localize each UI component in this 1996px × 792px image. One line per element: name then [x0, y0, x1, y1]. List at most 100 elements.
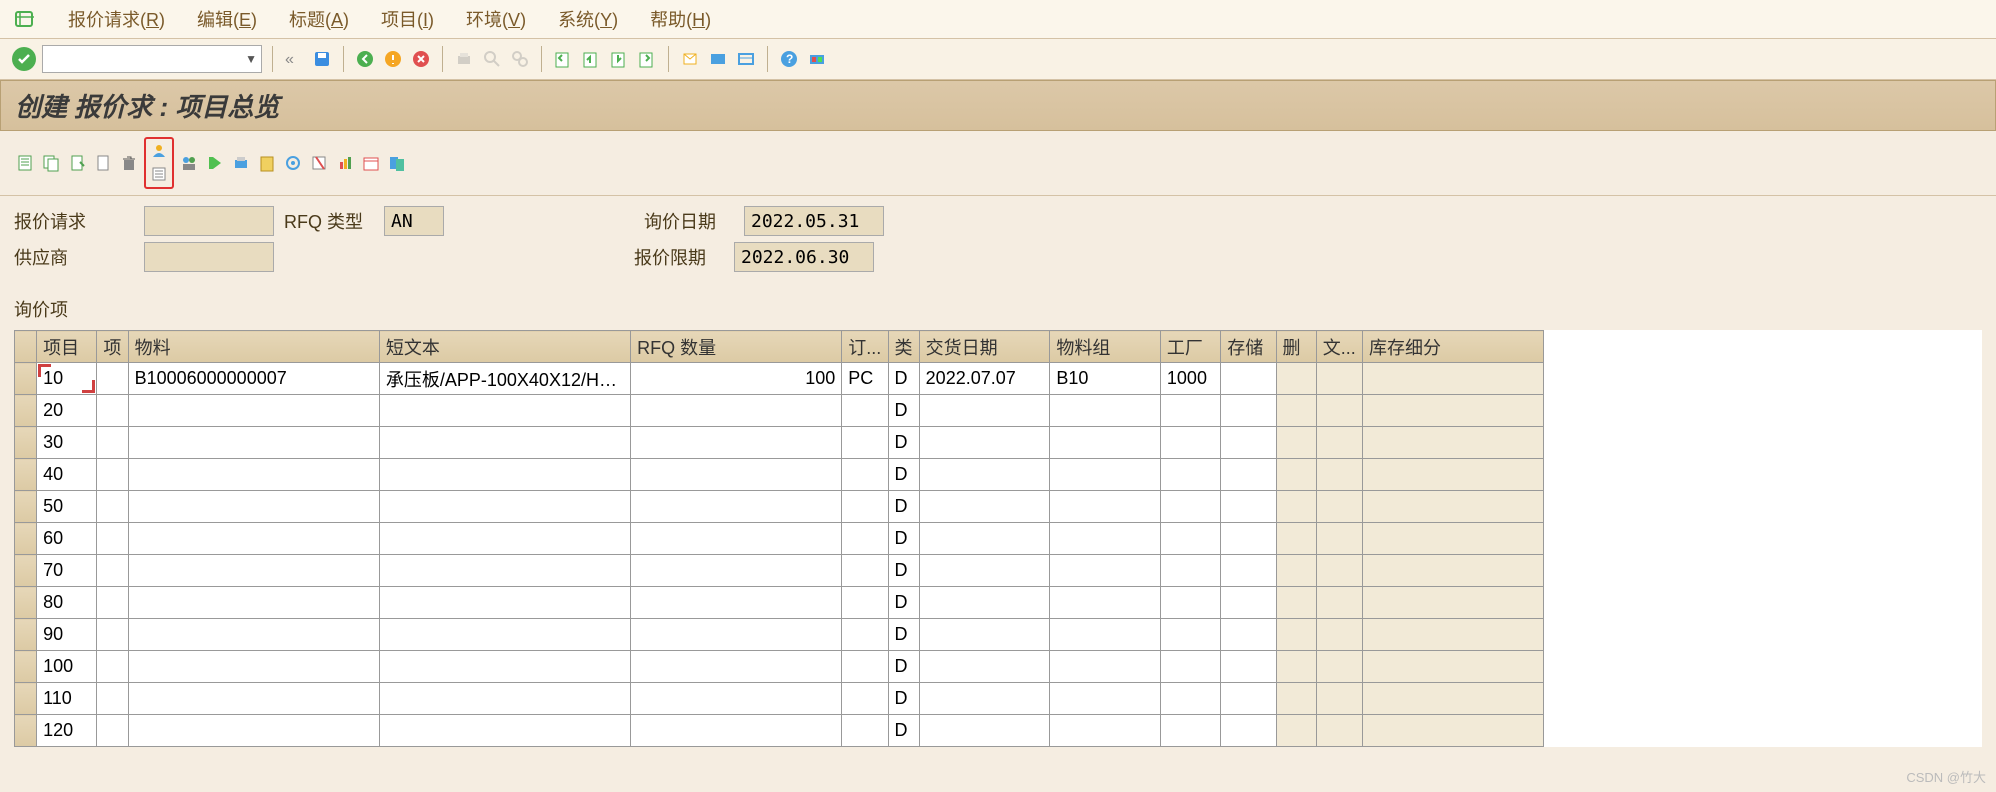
- cell-item[interactable]: 60: [37, 523, 97, 555]
- schedule-icon[interactable]: [360, 152, 382, 174]
- row-selector[interactable]: [15, 491, 37, 523]
- cell-i[interactable]: [97, 363, 128, 395]
- cell-plant[interactable]: [1160, 683, 1220, 715]
- cell-storage[interactable]: [1221, 619, 1276, 651]
- cancel-icon[interactable]: [410, 48, 432, 70]
- cell-mgrp[interactable]: [1050, 555, 1161, 587]
- cell-i[interactable]: [97, 491, 128, 523]
- cell-del[interactable]: [1276, 491, 1316, 523]
- cell-qty[interactable]: [631, 651, 842, 683]
- back-icon[interactable]: «: [283, 48, 305, 70]
- list-icon[interactable]: [148, 163, 170, 185]
- cell-text[interactable]: [1316, 651, 1362, 683]
- table-row[interactable]: 80D: [15, 587, 1544, 619]
- cell-item[interactable]: 10: [37, 363, 97, 395]
- cell-item[interactable]: 30: [37, 427, 97, 459]
- supplier-field[interactable]: [144, 242, 274, 272]
- cell-material[interactable]: [128, 683, 379, 715]
- cell-del[interactable]: [1276, 715, 1316, 747]
- table-row[interactable]: 70D: [15, 555, 1544, 587]
- col-order[interactable]: 订...: [842, 331, 888, 363]
- cell-stock-seg[interactable]: [1362, 715, 1543, 747]
- cell-stock-seg[interactable]: [1362, 651, 1543, 683]
- cell-text[interactable]: [1316, 715, 1362, 747]
- cell-item[interactable]: 120: [37, 715, 97, 747]
- row-selector[interactable]: [15, 555, 37, 587]
- cell-del[interactable]: [1276, 651, 1316, 683]
- cell-i[interactable]: [97, 619, 128, 651]
- cell-short-text[interactable]: [379, 555, 630, 587]
- cell-qty[interactable]: [631, 395, 842, 427]
- cell-stock-seg[interactable]: [1362, 523, 1543, 555]
- cell-item[interactable]: 70: [37, 555, 97, 587]
- cell-material[interactable]: B10006000000007: [128, 363, 379, 395]
- layout-icon[interactable]: [735, 48, 757, 70]
- cell-stock-seg[interactable]: [1362, 459, 1543, 491]
- cell-c[interactable]: D: [888, 427, 919, 459]
- cell-del[interactable]: [1276, 683, 1316, 715]
- row-selector[interactable]: [15, 619, 37, 651]
- cell-unit[interactable]: PC: [842, 363, 888, 395]
- cell-mgrp[interactable]: B10: [1050, 363, 1161, 395]
- cell-stock-seg[interactable]: [1362, 683, 1543, 715]
- cell-material[interactable]: [128, 491, 379, 523]
- cell-c[interactable]: D: [888, 395, 919, 427]
- row-selector[interactable]: [15, 459, 37, 491]
- cell-storage[interactable]: [1221, 427, 1276, 459]
- cell-unit[interactable]: [842, 523, 888, 555]
- cell-material[interactable]: [128, 715, 379, 747]
- cell-item[interactable]: 40: [37, 459, 97, 491]
- table-row[interactable]: 30 D: [15, 427, 1544, 459]
- row-selector[interactable]: [15, 427, 37, 459]
- cell-short-text[interactable]: [379, 715, 630, 747]
- print-preview-icon[interactable]: [230, 152, 252, 174]
- cell-short-text[interactable]: [379, 427, 630, 459]
- cell-mgrp[interactable]: [1050, 683, 1161, 715]
- cell-material[interactable]: [128, 587, 379, 619]
- table-row[interactable]: 10B10006000000007承压板/APP-100X40X12/H…100…: [15, 363, 1544, 395]
- help-icon[interactable]: ?: [778, 48, 800, 70]
- cell-short-text[interactable]: [379, 395, 630, 427]
- cell-del[interactable]: [1276, 395, 1316, 427]
- row-selector[interactable]: [15, 651, 37, 683]
- cell-short-text[interactable]: 承压板/APP-100X40X12/H…: [379, 363, 630, 395]
- accept-icon[interactable]: [12, 47, 36, 71]
- col-text[interactable]: 文...: [1316, 331, 1362, 363]
- delete-icon[interactable]: [118, 152, 140, 174]
- cell-mgrp[interactable]: [1050, 587, 1161, 619]
- menu-help[interactable]: 帮助(H): [650, 6, 711, 32]
- row-selector[interactable]: [15, 715, 37, 747]
- find-icon[interactable]: [481, 48, 503, 70]
- col-rfq-qty[interactable]: RFQ 数量: [631, 331, 842, 363]
- cell-storage[interactable]: [1221, 491, 1276, 523]
- cell-material[interactable]: [128, 427, 379, 459]
- row-selector[interactable]: [15, 587, 37, 619]
- cell-plant[interactable]: [1160, 523, 1220, 555]
- cell-storage[interactable]: [1221, 715, 1276, 747]
- cell-item[interactable]: 90: [37, 619, 97, 651]
- cell-del[interactable]: [1276, 555, 1316, 587]
- col-deliv-date[interactable]: 交货日期: [919, 331, 1050, 363]
- cell-material[interactable]: [128, 395, 379, 427]
- cell-storage[interactable]: [1221, 587, 1276, 619]
- cell-c[interactable]: D: [888, 683, 919, 715]
- cell-deliv[interactable]: [919, 427, 1050, 459]
- cell-unit[interactable]: [842, 555, 888, 587]
- cell-del[interactable]: [1276, 523, 1316, 555]
- cell-stock-seg[interactable]: [1362, 427, 1543, 459]
- cell-text[interactable]: [1316, 619, 1362, 651]
- cell-text[interactable]: [1316, 683, 1362, 715]
- cell-unit[interactable]: [842, 651, 888, 683]
- cell-stock-seg[interactable]: [1362, 587, 1543, 619]
- cell-i[interactable]: [97, 651, 128, 683]
- cell-c[interactable]: D: [888, 651, 919, 683]
- cell-del[interactable]: [1276, 363, 1316, 395]
- cell-storage[interactable]: [1221, 555, 1276, 587]
- cell-deliv[interactable]: [919, 555, 1050, 587]
- cell-short-text[interactable]: [379, 587, 630, 619]
- cell-text[interactable]: [1316, 363, 1362, 395]
- cell-qty[interactable]: [631, 619, 842, 651]
- cell-storage[interactable]: [1221, 459, 1276, 491]
- cell-short-text[interactable]: [379, 683, 630, 715]
- table-row[interactable]: 50D: [15, 491, 1544, 523]
